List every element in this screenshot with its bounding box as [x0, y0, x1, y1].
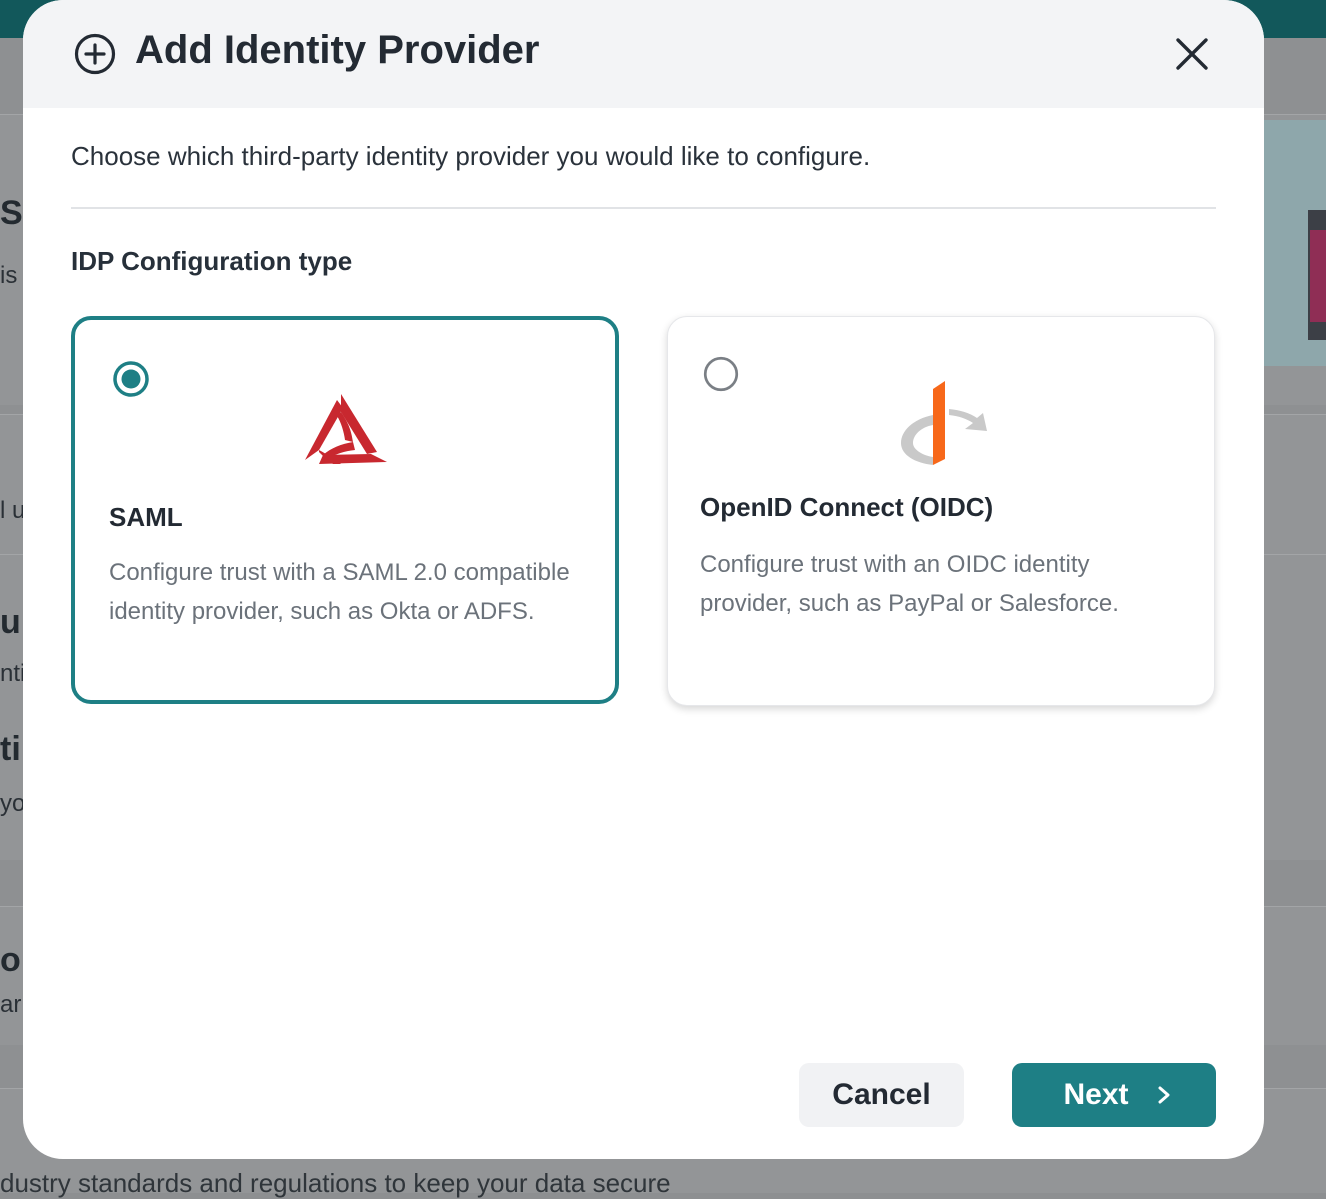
background-text: yo — [0, 790, 26, 817]
background-text: l u — [0, 497, 26, 524]
radio-unselected-icon[interactable] — [703, 356, 739, 392]
background-text: ti — [0, 730, 21, 768]
option-title: OpenID Connect (OIDC) — [700, 492, 994, 522]
background-illustration — [1264, 120, 1326, 366]
section-label: IDP Configuration type — [71, 246, 353, 276]
plus-circle-icon — [74, 33, 116, 75]
dialog-header: Add Identity Provider — [23, 0, 1264, 108]
next-button[interactable]: Next — [1012, 1063, 1216, 1127]
close-icon[interactable] — [1173, 35, 1211, 73]
background-text: is — [0, 262, 18, 289]
dialog-title: Add Identity Provider — [135, 28, 540, 72]
background-footer-text: dustry standards and regulations to keep… — [0, 1168, 671, 1198]
option-card-oidc[interactable]: OpenID Connect (OIDC) Configure trust wi… — [667, 316, 1215, 706]
option-title: SAML — [109, 502, 183, 532]
option-card-saml[interactable]: SAML Configure trust with a SAML 2.0 com… — [71, 316, 619, 704]
background-text: ar — [0, 991, 22, 1018]
next-button-label: Next — [1063, 1078, 1129, 1111]
dialog-intro-text: Choose which third-party identity provid… — [71, 141, 871, 171]
radio-selected-icon[interactable] — [113, 361, 149, 397]
option-description: Configure trust with a SAML 2.0 compatib… — [109, 559, 570, 625]
saml-logo-icon — [305, 394, 387, 464]
option-description: Configure trust with an OIDC identity pr… — [700, 551, 1119, 617]
divider — [71, 207, 1216, 209]
chevron-right-icon — [1158, 1086, 1170, 1104]
background-text: nti — [0, 660, 26, 687]
openid-logo-icon — [901, 381, 987, 465]
cancel-button-label: Cancel — [832, 1078, 931, 1111]
background-text: o — [0, 941, 21, 979]
cancel-button[interactable]: Cancel — [799, 1063, 964, 1127]
add-identity-provider-dialog: Add Identity Provider Choose which third… — [23, 0, 1264, 1159]
